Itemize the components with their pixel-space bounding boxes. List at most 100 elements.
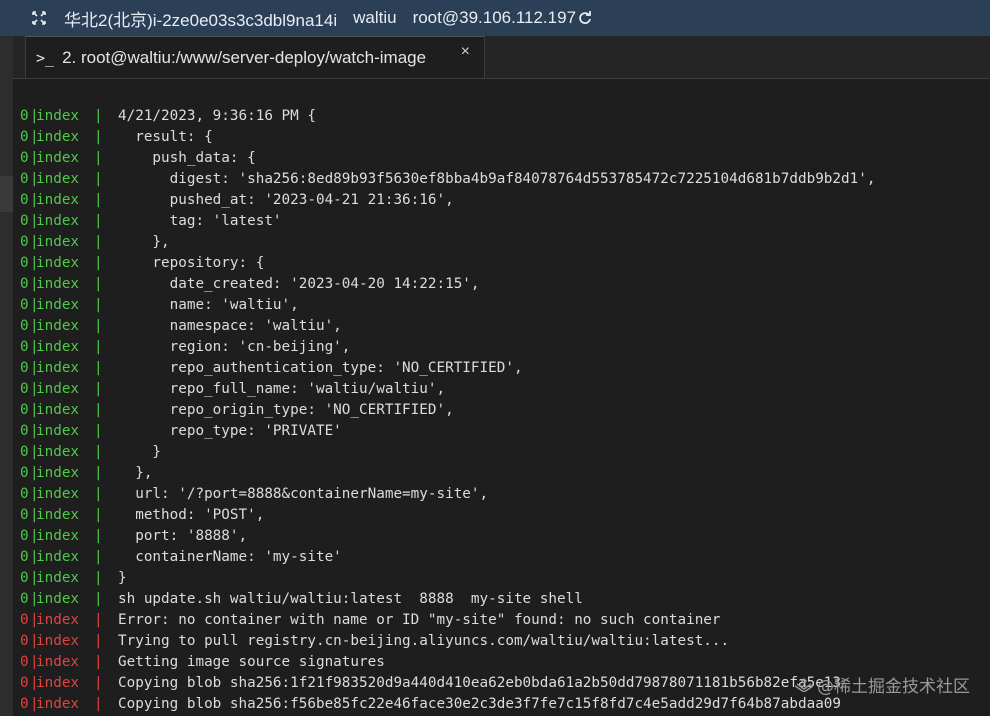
log-message: push_data: {: [118, 150, 256, 166]
terminal-line: 0|index | namespace: 'waltiu',: [20, 316, 990, 337]
process-name: index: [36, 171, 80, 187]
log-message: },: [118, 465, 153, 481]
log-separator: |: [94, 192, 103, 208]
gutter-marker: [0, 176, 13, 212]
log-separator: |: [94, 423, 103, 439]
log-separator: |: [94, 276, 103, 292]
log-message: Copying blob sha256:1f21f983520d9a440d41…: [118, 675, 842, 691]
process-id: 0: [20, 675, 29, 691]
process-id: 0: [20, 633, 29, 649]
process-id: 0: [20, 465, 29, 481]
log-separator: |: [94, 381, 103, 397]
terminal-line: 0|index | Copying blob sha256:f56be85fc22e…: [20, 694, 990, 715]
log-message: method: 'POST',: [118, 507, 265, 523]
terminal-output[interactable]: 0|index | 4/21/2023, 9:36:16 PM {0|index | …: [20, 106, 990, 715]
process-name: index: [36, 570, 80, 586]
process-id: 0: [20, 129, 29, 145]
log-separator: |: [94, 339, 103, 355]
log-separator: |: [94, 612, 103, 628]
terminal-line: 0|index | }: [20, 442, 990, 463]
process-name: index: [36, 297, 80, 313]
process-name: index: [36, 633, 80, 649]
process-id: 0: [20, 507, 29, 523]
close-icon[interactable]: ×: [461, 43, 470, 61]
log-message: pushed_at: '2023-04-21 21:36:16',: [118, 192, 454, 208]
log-message: digest: 'sha256:8ed89b93f5630ef8bba4b9af…: [118, 171, 876, 187]
left-gutter: [0, 36, 13, 716]
tab-terminal[interactable]: >_ 2. root@waltiu:/www/server-deploy/wat…: [25, 36, 485, 78]
log-message: Getting image source signatures: [118, 654, 385, 670]
process-id: 0: [20, 318, 29, 334]
reconnect-icon[interactable]: [578, 11, 592, 25]
log-separator: |: [94, 171, 103, 187]
log-message: url: '/?port=8888&containerName=my-site'…: [118, 486, 489, 502]
log-separator: |: [94, 528, 103, 544]
process-id: 0: [20, 444, 29, 460]
process-id: 0: [20, 402, 29, 418]
log-separator: |: [94, 360, 103, 376]
log-separator: |: [94, 549, 103, 565]
log-message: Copying blob sha256:f56be85fc22e46face30…: [118, 696, 842, 712]
watermark-text: @稀土掘金技术社区: [817, 677, 970, 697]
titlebar-user: waltiu: [353, 8, 397, 27]
process-name: index: [36, 213, 80, 229]
process-id: 0: [20, 339, 29, 355]
log-separator: |: [94, 696, 103, 712]
process-id: 0: [20, 150, 29, 166]
process-id: 0: [20, 381, 29, 397]
process-id: 0: [20, 549, 29, 565]
log-separator: |: [94, 318, 103, 334]
log-separator: |: [94, 591, 103, 607]
terminal-line: 0|index | sh update.sh waltiu/waltiu:lates…: [20, 589, 990, 610]
process-id: 0: [20, 255, 29, 271]
process-name: index: [36, 339, 80, 355]
process-name: index: [36, 360, 80, 376]
log-separator: |: [94, 654, 103, 670]
terminal-line: 0|index | region: 'cn-beijing',: [20, 337, 990, 358]
process-id: 0: [20, 213, 29, 229]
process-id: 0: [20, 654, 29, 670]
process-id: 0: [20, 591, 29, 607]
log-separator: |: [94, 675, 103, 691]
log-separator: |: [94, 297, 103, 313]
terminal-line: 0|index | digest: 'sha256:8ed89b93f5630ef…: [20, 169, 990, 190]
terminal-line: 0|index | },: [20, 232, 990, 253]
process-id: 0: [20, 528, 29, 544]
log-message: result: {: [118, 129, 213, 145]
terminal-line: 0|index | tag: 'latest': [20, 211, 990, 232]
log-separator: |: [94, 486, 103, 502]
process-id: 0: [20, 192, 29, 208]
log-message: },: [118, 234, 170, 250]
terminal-line: 0|index | repo_origin_type: 'NO_CERTIFIED…: [20, 400, 990, 421]
log-separator: |: [94, 444, 103, 460]
process-id: 0: [20, 696, 29, 712]
process-name: index: [36, 108, 80, 124]
titlebar-host: root@39.106.112.197: [412, 8, 577, 27]
expand-icon[interactable]: [30, 9, 48, 27]
terminal-line: 0|index | method: 'POST',: [20, 505, 990, 526]
process-name: index: [36, 423, 80, 439]
process-id: 0: [20, 276, 29, 292]
process-name: index: [36, 255, 80, 271]
log-message: repo_full_name: 'waltiu/waltiu',: [118, 381, 446, 397]
process-id: 0: [20, 297, 29, 313]
terminal-line: 0|index | Error: no container with name or…: [20, 610, 990, 631]
log-message: Trying to pull registry.cn-beijing.aliyu…: [118, 633, 730, 649]
process-id: 0: [20, 171, 29, 187]
titlebar-region-instance: 华北2(北京)i-2ze0e03s3c3dbl9na14i: [64, 6, 337, 31]
watermark: @稀土掘金技术社区: [795, 672, 970, 697]
process-name: index: [36, 675, 80, 691]
log-message: repo_type: 'PRIVATE': [118, 423, 342, 439]
terminal-line: 0|index | result: {: [20, 127, 990, 148]
process-name: index: [36, 192, 80, 208]
terminal-line: 0|index | containerName: 'my-site': [20, 547, 990, 568]
process-name: index: [36, 528, 80, 544]
log-separator: |: [94, 129, 103, 145]
process-name: index: [36, 381, 80, 397]
terminal-line: 0|index | },: [20, 463, 990, 484]
terminal-line: 0|index | repository: {: [20, 253, 990, 274]
titlebar-instance-id: i-2ze0e03s3c3dbl9na14i: [152, 10, 338, 30]
process-name: index: [36, 318, 80, 334]
process-id: 0: [20, 234, 29, 250]
process-id: 0: [20, 570, 29, 586]
